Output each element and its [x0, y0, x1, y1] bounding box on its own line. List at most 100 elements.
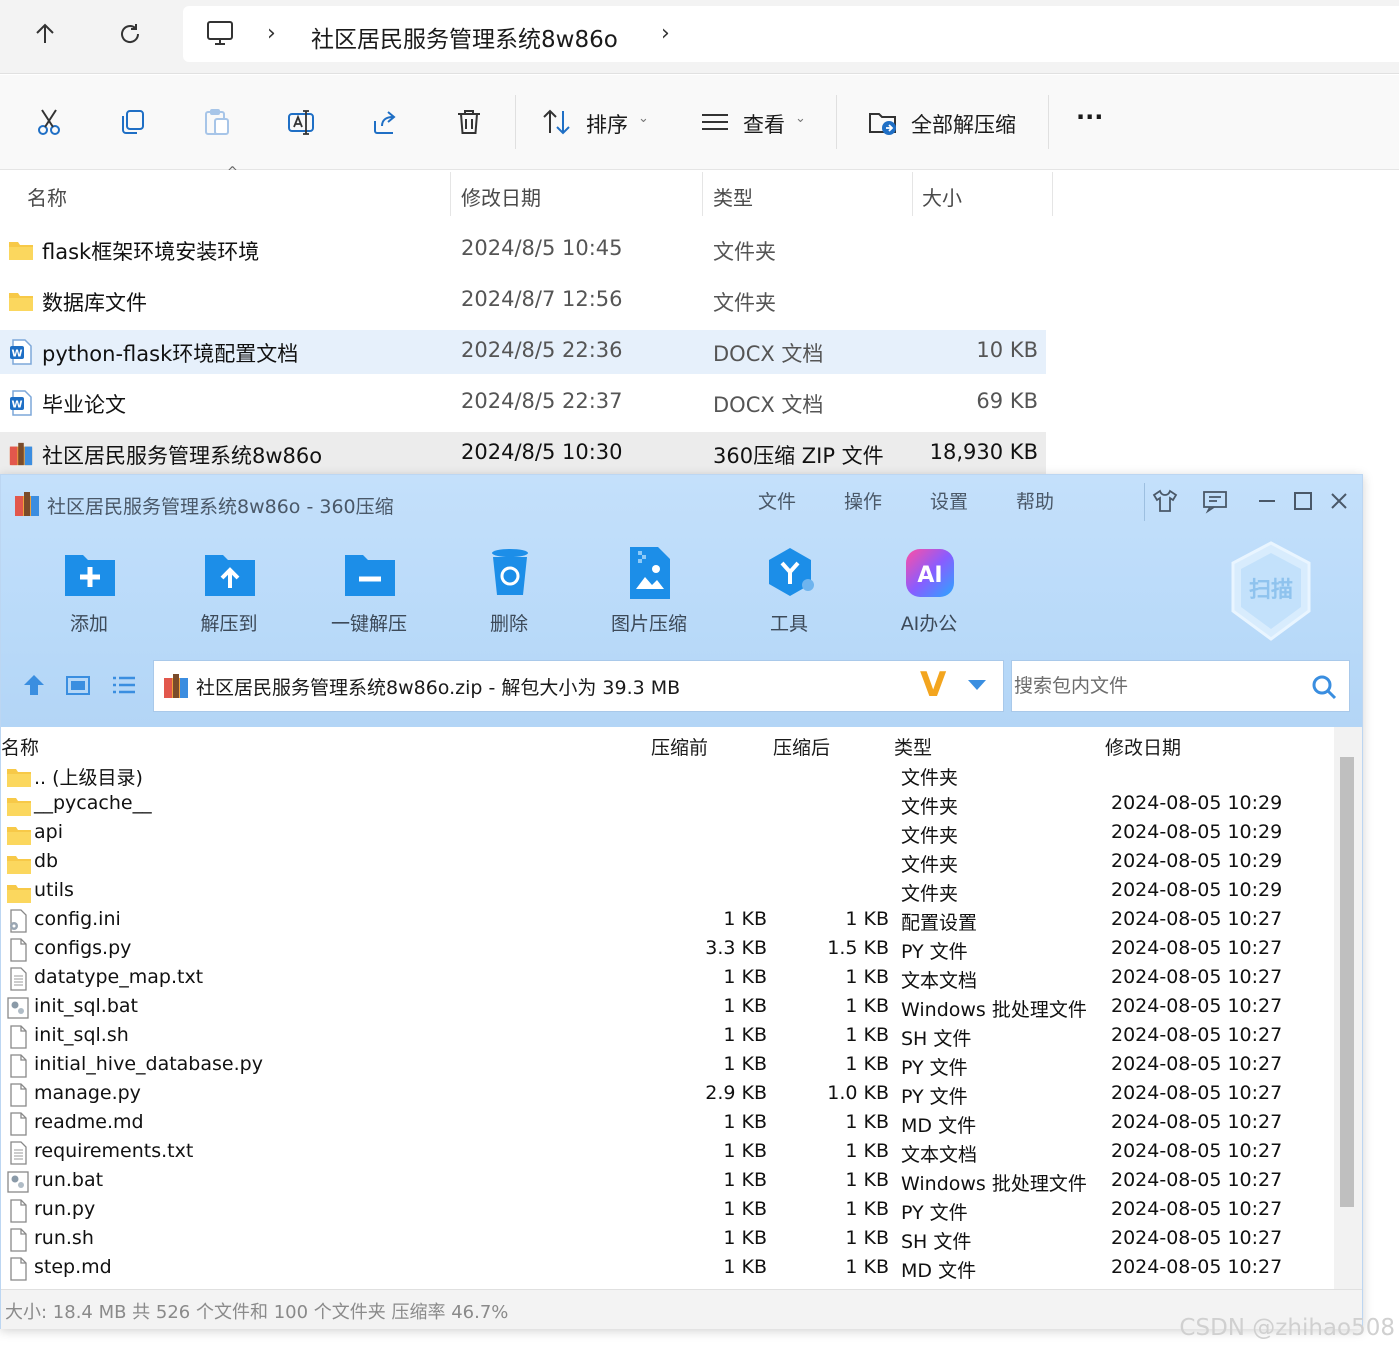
dropdown-arrow-icon[interactable]	[966, 677, 988, 696]
image-compress-button[interactable]: 图片压缩	[579, 545, 719, 645]
zip-file-row[interactable]: api 文件夹 2024-08-05 10:29	[1, 819, 1331, 848]
zip-file-list: .. (上级目录) 文件夹 __pycache__ 文件夹 2024-08-05 10:…	[1, 761, 1331, 1289]
file-icon	[6, 938, 30, 962]
zip-cell-date: 2024-08-05 10:27	[1111, 1227, 1283, 1249]
zip-file-row[interactable]: db 文件夹 2024-08-05 10:29	[1, 848, 1331, 877]
zip-file-row[interactable]: manage.py 2.9 KB 1.0 KB PY 文件 2024-08-05 10:…	[1, 1080, 1331, 1109]
address-bar: › 社区居民服务管理系统8w86o ›	[0, 0, 1399, 74]
column-type[interactable]: 类型	[894, 733, 932, 760]
file-icon	[6, 1025, 30, 1049]
column-type[interactable]: 类型	[713, 182, 753, 211]
add-button[interactable]: 添加	[19, 545, 159, 645]
search-icon[interactable]	[1310, 673, 1338, 705]
rename-icon[interactable]	[284, 105, 318, 139]
up-level-icon[interactable]	[21, 672, 47, 702]
menu-action[interactable]: 操作	[844, 487, 882, 514]
minimize-icon[interactable]	[1251, 485, 1283, 517]
column-name[interactable]: 名称	[1, 733, 39, 760]
share-icon[interactable]	[368, 105, 402, 139]
explorer-row[interactable]: flask框架环境安装环境 2024/8/5 10:45 文件夹	[0, 228, 1046, 272]
column-date[interactable]: 修改日期	[461, 182, 541, 211]
delete-icon[interactable]	[452, 105, 486, 139]
cut-icon[interactable]	[32, 105, 66, 139]
one-click-extract-button[interactable]: 一键解压	[299, 545, 439, 645]
zip-cell-date: 2024-08-05 10:27	[1111, 1140, 1283, 1162]
computer-icon[interactable]	[205, 18, 235, 52]
view-button[interactable]: 查看	[743, 109, 785, 139]
explorer-row[interactable]: 社区居民服务管理系统8w86o 2024/8/5 10:30 360压缩 ZIP 文…	[0, 432, 1046, 476]
chevron-right-icon[interactable]: ›	[661, 21, 670, 46]
svg-text:W: W	[11, 400, 22, 411]
zip-file-row[interactable]: .. (上级目录) 文件夹	[1, 761, 1331, 790]
zip-cell-date: 2024-08-05 10:29	[1111, 879, 1283, 901]
explorer-row[interactable]: W 毕业论文 2024/8/5 22:37 DOCX 文档 69 KB	[0, 381, 1046, 425]
v-badge-icon[interactable]: V	[920, 665, 946, 705]
maximize-icon[interactable]	[1287, 485, 1319, 517]
zip-file-row[interactable]: run.py 1 KB 1 KB PY 文件 2024-08-05 10:27	[1, 1196, 1331, 1225]
breadcrumb-current[interactable]: 社区居民服务管理系统8w86o	[311, 20, 618, 54]
thumbnail-view-icon[interactable]	[65, 672, 91, 702]
zip-file-row[interactable]: config.ini 1 KB 1 KB 配置设置 2024-08-05 10:27	[1, 906, 1331, 935]
zip-file-row[interactable]: requirements.txt 1 KB 1 KB 文本文档 2024-08-05 1…	[1, 1138, 1331, 1167]
zip-file-row[interactable]: step.md 1 KB 1 KB MD 文件 2024-08-05 10:27	[1, 1254, 1331, 1283]
zip-window-title: 社区居民服务管理系统8w86o - 360压缩	[47, 496, 394, 518]
chevron-down-icon[interactable]: ⌄	[638, 111, 649, 126]
extract-all-button[interactable]: 全部解压缩	[911, 109, 1016, 139]
column-after-size[interactable]: 压缩后	[773, 733, 830, 760]
column-separator[interactable]	[702, 172, 703, 216]
zip-cell-name: run.bat	[34, 1169, 104, 1191]
paste-icon[interactable]	[200, 105, 234, 139]
sort-icon[interactable]	[540, 105, 574, 139]
column-name[interactable]: 名称	[27, 182, 67, 211]
copy-icon[interactable]	[116, 105, 150, 139]
ai-office-icon: AI	[906, 549, 954, 597]
delete-button[interactable]: 删除	[439, 545, 579, 645]
menu-help[interactable]: 帮助	[1016, 487, 1054, 514]
zip-file-row[interactable]: utils 文件夹 2024-08-05 10:29	[1, 877, 1331, 906]
vertical-scrollbar[interactable]	[1334, 727, 1362, 1289]
refresh-icon[interactable]	[110, 14, 150, 54]
chevron-down-icon[interactable]: ⌄	[795, 111, 806, 126]
zip-file-row[interactable]: run.sh 1 KB 1 KB SH 文件 2024-08-05 10:27	[1, 1225, 1331, 1254]
zip-file-row[interactable]: initial_hive_database.py 1 KB 1 KB PY 文件 202…	[1, 1051, 1331, 1080]
zip-file-row[interactable]: configs.py 3.3 KB 1.5 KB PY 文件 2024-08-05 10…	[1, 935, 1331, 964]
column-size[interactable]: 大小	[922, 182, 962, 211]
up-arrow-icon[interactable]	[25, 14, 65, 54]
sort-button[interactable]: 排序	[586, 109, 628, 139]
zip-cell-before: 1 KB	[723, 1024, 767, 1046]
zip-file-row[interactable]: init_sql.sh 1 KB 1 KB SH 文件 2024-08-05 10:27	[1, 1022, 1331, 1051]
column-before-size[interactable]: 压缩前	[651, 733, 708, 760]
more-options-icon[interactable]: ···	[1076, 103, 1103, 131]
close-icon[interactable]	[1323, 485, 1355, 517]
feedback-icon[interactable]	[1199, 485, 1231, 517]
zip-cell-before: 1 KB	[723, 1198, 767, 1220]
chevron-right-icon[interactable]: ›	[267, 21, 276, 46]
list-view-icon[interactable]	[111, 672, 137, 702]
search-input[interactable]	[1014, 671, 1299, 701]
column-separator[interactable]	[450, 172, 451, 216]
zip-file-row[interactable]: datatype_map.txt 1 KB 1 KB 文本文档 2024-08-05 1…	[1, 964, 1331, 993]
column-separator[interactable]	[1052, 172, 1053, 216]
menu-settings[interactable]: 设置	[930, 487, 968, 514]
scan-button[interactable]: 扫描	[1227, 539, 1315, 643]
zip-file-row[interactable]: __pycache__ 文件夹 2024-08-05 10:29	[1, 790, 1331, 819]
explorer-row[interactable]: Wpython-flask环境配置文档 2024/8/5 22:36 DOCX 文档…	[0, 330, 1046, 374]
extract-to-button[interactable]: 解压到	[159, 545, 299, 645]
menu-file[interactable]: 文件	[758, 487, 796, 514]
breadcrumb[interactable]: › 社区居民服务管理系统8w86o ›	[183, 6, 1399, 62]
column-separator[interactable]	[912, 172, 913, 216]
archive-path-field[interactable]: 社区居民服务管理系统8w86o.zip - 解包大小为 39.3 MB V	[153, 660, 1004, 712]
zip-file-row[interactable]: init_sql.bat 1 KB 1 KB Windows 批处理文件 2024-08…	[1, 993, 1331, 1022]
scrollbar-thumb[interactable]	[1340, 757, 1354, 1207]
zip-cell-name: initial_hive_database.py	[34, 1053, 263, 1075]
explorer-row[interactable]: 数据库文件 2024/8/7 12:56 文件夹	[0, 279, 1046, 323]
zip-file-row[interactable]: readme.md 1 KB 1 KB MD 文件 2024-08-05 10:27	[1, 1109, 1331, 1138]
zip-cell-before: 2.9 KB	[705, 1082, 767, 1104]
column-date[interactable]: 修改日期	[1105, 733, 1181, 760]
ai-office-button[interactable]: AI AI办公	[859, 545, 999, 645]
skin-shirt-icon[interactable]	[1149, 485, 1181, 517]
view-icon[interactable]	[698, 105, 732, 139]
tools-button[interactable]: 工具	[719, 545, 859, 645]
extract-all-icon[interactable]	[866, 105, 900, 139]
zip-file-row[interactable]: run.bat 1 KB 1 KB Windows 批处理文件 2024-08-05 1…	[1, 1167, 1331, 1196]
